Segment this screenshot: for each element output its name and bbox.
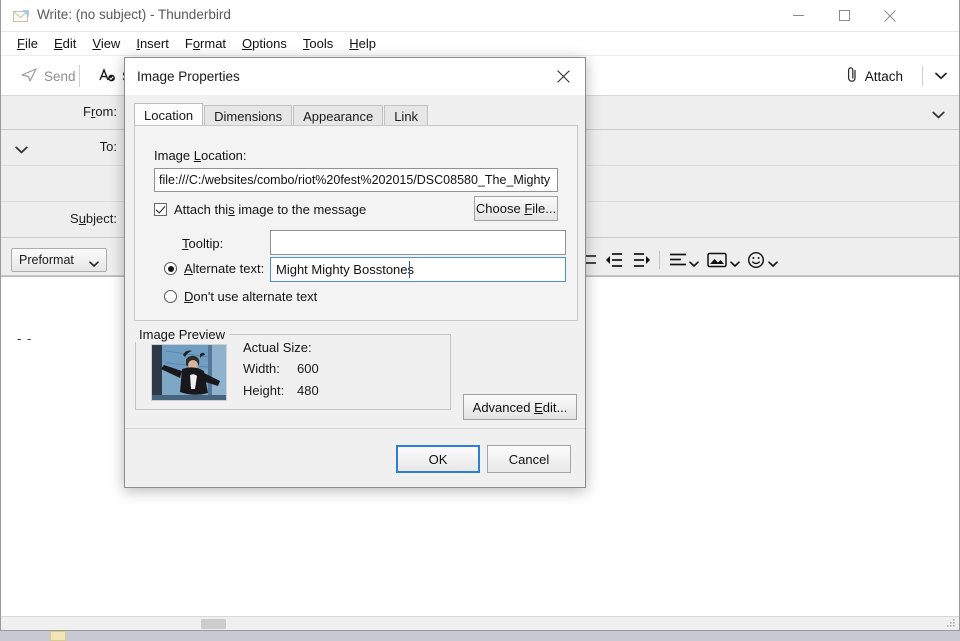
tab-appearance-label: Appearance xyxy=(303,108,374,124)
outdent-icon[interactable] xyxy=(605,251,623,269)
attach-image-checkbox[interactable]: Attach this image to the message xyxy=(154,202,366,217)
attach-button[interactable]: Attach xyxy=(837,61,911,91)
menu-item-options[interactable]: Options xyxy=(234,33,295,54)
tab-dimensions[interactable]: Dimensions xyxy=(204,105,293,126)
paragraph-format-select[interactable]: Preformat xyxy=(11,248,107,272)
insert-image-icon[interactable] xyxy=(707,251,727,269)
cancel-label: Cancel xyxy=(508,451,550,467)
window-title: Write: (no subject) - Thunderbird xyxy=(37,7,231,22)
from-label: From: xyxy=(83,104,117,119)
image-properties-dialog: Image Properties Location Dimensions App… xyxy=(124,57,586,488)
choose-file-label: Choose File... xyxy=(475,201,557,216)
send-icon xyxy=(21,67,37,86)
signature-separator: - - xyxy=(17,331,33,346)
spelling-icon xyxy=(99,67,116,86)
tab-link-label: Link xyxy=(394,108,419,124)
radio-unselected-icon xyxy=(164,290,177,303)
dialog-titlebar: Image Properties xyxy=(125,58,585,95)
menu-label-file-rest: ile xyxy=(24,36,38,51)
height-label: Height: xyxy=(243,383,285,398)
width-label: Width: xyxy=(243,361,280,376)
actual-size-label: Actual Size: xyxy=(243,340,312,355)
attach-split-separator xyxy=(922,66,923,86)
location-tab-panel: Image Location: Attach this image to the… xyxy=(134,125,578,321)
image-preview-legend: Image Preview xyxy=(135,327,229,342)
horizontal-scrollbar[interactable] xyxy=(1,616,959,630)
from-chevron-down-icon[interactable] xyxy=(932,107,945,122)
paperclip-icon xyxy=(845,66,859,86)
image-chevron-down-icon[interactable] xyxy=(730,256,740,271)
menu-item-tools[interactable]: Tools xyxy=(295,33,341,54)
toolbar-separator xyxy=(79,65,80,87)
taskbar-icon[interactable] xyxy=(50,631,66,641)
taskbar xyxy=(0,631,960,641)
align-chevron-down-icon[interactable] xyxy=(689,256,699,271)
send-button[interactable]: Send xyxy=(11,61,86,91)
cancel-button[interactable]: Cancel xyxy=(487,445,571,473)
compose-mail-icon xyxy=(13,8,30,24)
alternate-text-input[interactable] xyxy=(270,257,566,282)
attach-image-checkbox-label: Attach this image to the message xyxy=(174,202,367,217)
tooltip-input[interactable] xyxy=(270,230,566,255)
horizontal-scrollbar-thumb[interactable] xyxy=(201,619,226,629)
to-label: To: xyxy=(99,139,117,154)
close-button[interactable] xyxy=(867,0,913,31)
choose-file-button[interactable]: Choose File... xyxy=(474,196,558,221)
image-location-input[interactable] xyxy=(154,168,558,192)
tooltip-label: Tooltip: xyxy=(182,236,224,251)
no-alternate-text-radio[interactable]: Don't use alternate text xyxy=(164,289,317,304)
window-titlebar: Write: (no subject) - Thunderbird xyxy=(1,0,959,32)
tab-link[interactable]: Link xyxy=(384,105,429,126)
tab-location-label: Location xyxy=(144,107,194,123)
image-preview-thumbnail xyxy=(151,344,227,401)
send-label: Send xyxy=(44,68,76,84)
ok-label: OK xyxy=(428,451,448,467)
dialog-separator xyxy=(125,428,585,429)
checkbox-box-icon xyxy=(154,203,167,216)
paragraph-chevron-down-icon xyxy=(89,257,99,271)
image-location-label: Image Location: xyxy=(154,148,247,163)
menu-item-file[interactable]: File xyxy=(9,33,46,54)
format-separator xyxy=(659,251,660,269)
indent-icon[interactable] xyxy=(633,251,651,269)
paragraph-format-value: Preformat xyxy=(19,253,74,267)
alternate-text-radio[interactable]: Alternate text: xyxy=(164,261,264,276)
emoji-chevron-down-icon[interactable] xyxy=(768,256,778,271)
menu-item-view[interactable]: View xyxy=(84,33,128,54)
tab-location[interactable]: Location xyxy=(134,103,204,126)
advanced-edit-label: Advanced Edit... xyxy=(472,399,568,415)
height-value: 480 xyxy=(297,383,319,398)
ok-button[interactable]: OK xyxy=(396,445,480,473)
alternate-text-label: Alternate text: xyxy=(184,261,265,276)
subject-label: Subject: xyxy=(70,211,117,226)
resize-grip-icon[interactable] xyxy=(945,617,957,629)
dialog-title: Image Properties xyxy=(137,69,240,84)
attach-label: Attach xyxy=(864,68,903,84)
dialog-tabs: Location Dimensions Appearance Link xyxy=(134,103,429,126)
text-caret xyxy=(409,261,410,278)
menu-item-format[interactable]: Format xyxy=(177,33,234,54)
align-icon[interactable] xyxy=(669,251,687,269)
minimize-button[interactable] xyxy=(775,0,821,31)
maximize-button[interactable] xyxy=(821,0,867,31)
width-value: 600 xyxy=(297,361,319,376)
dialog-close-icon[interactable] xyxy=(541,58,585,94)
emoji-icon[interactable] xyxy=(747,251,765,269)
menu-item-edit[interactable]: Edit xyxy=(46,33,84,54)
tab-appearance[interactable]: Appearance xyxy=(293,105,384,126)
tab-dimensions-label: Dimensions xyxy=(214,108,283,124)
no-alternate-text-label: Don't use alternate text xyxy=(184,289,318,304)
radio-selected-icon xyxy=(164,262,177,275)
menu-item-insert[interactable]: Insert xyxy=(128,33,177,54)
attach-dropdown-chevron-down-icon[interactable] xyxy=(935,68,947,83)
menu-item-help[interactable]: Help xyxy=(341,33,384,54)
menubar: File Edit View Insert Format Options Too… xyxy=(1,32,959,56)
advanced-edit-button[interactable]: Advanced Edit... xyxy=(463,394,577,420)
